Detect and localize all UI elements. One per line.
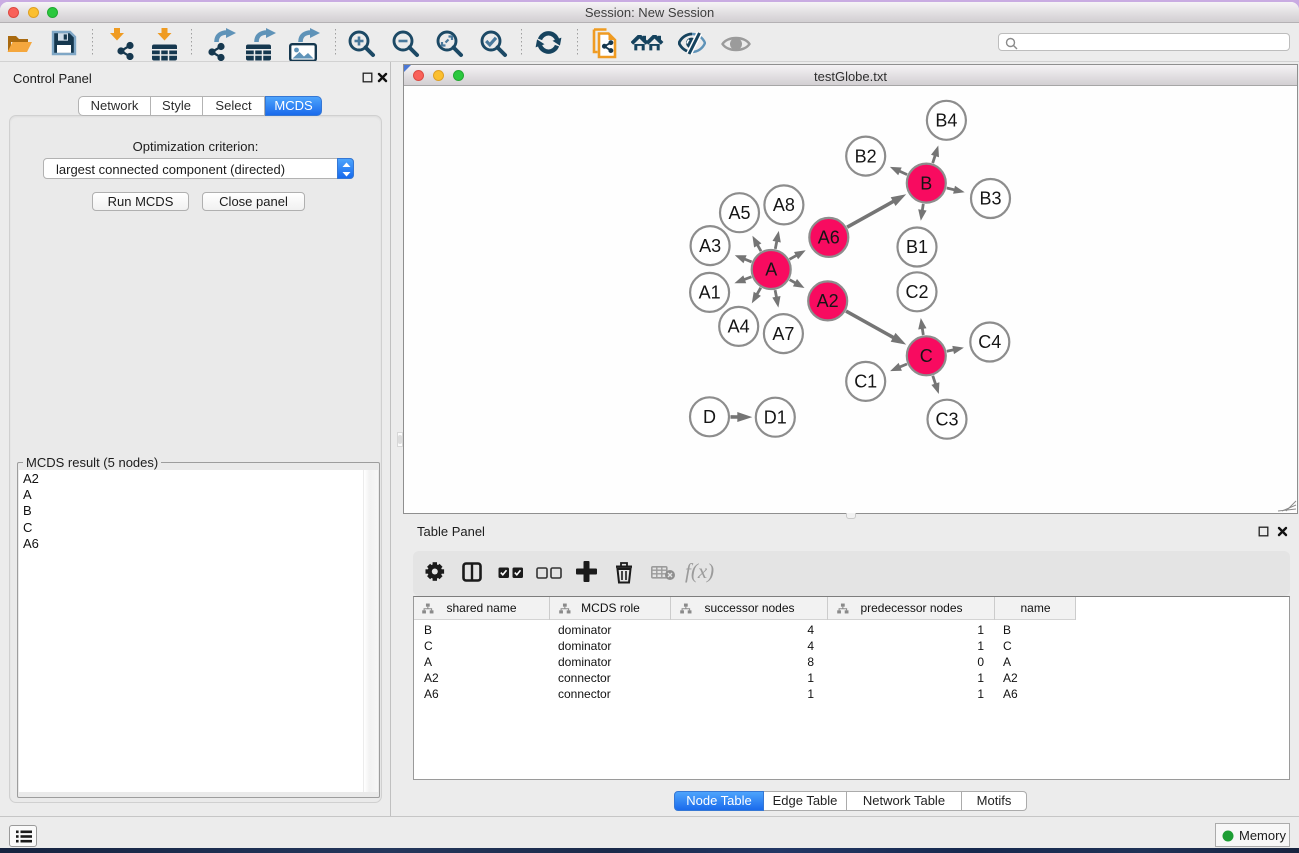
svg-text:A8: A8 [773, 195, 795, 215]
svg-text:C: C [920, 346, 933, 366]
svg-text:A: A [765, 260, 777, 280]
svg-text:A2: A2 [817, 291, 839, 311]
svg-text:C2: C2 [905, 282, 928, 302]
svg-text:B: B [920, 173, 932, 193]
svg-text:A1: A1 [699, 283, 721, 303]
svg-text:B4: B4 [935, 111, 957, 131]
svg-text:A4: A4 [728, 317, 750, 337]
svg-text:D: D [703, 407, 716, 427]
svg-text:B1: B1 [906, 237, 928, 257]
svg-text:C1: C1 [854, 372, 877, 392]
svg-text:C3: C3 [935, 409, 958, 429]
svg-text:C4: C4 [978, 332, 1001, 352]
svg-text:A5: A5 [728, 203, 750, 223]
svg-text:B2: B2 [855, 146, 877, 166]
svg-text:A6: A6 [818, 228, 840, 248]
svg-text:B3: B3 [979, 189, 1001, 209]
svg-text:A3: A3 [699, 236, 721, 256]
svg-text:D1: D1 [764, 407, 787, 427]
svg-text:A7: A7 [772, 324, 794, 344]
